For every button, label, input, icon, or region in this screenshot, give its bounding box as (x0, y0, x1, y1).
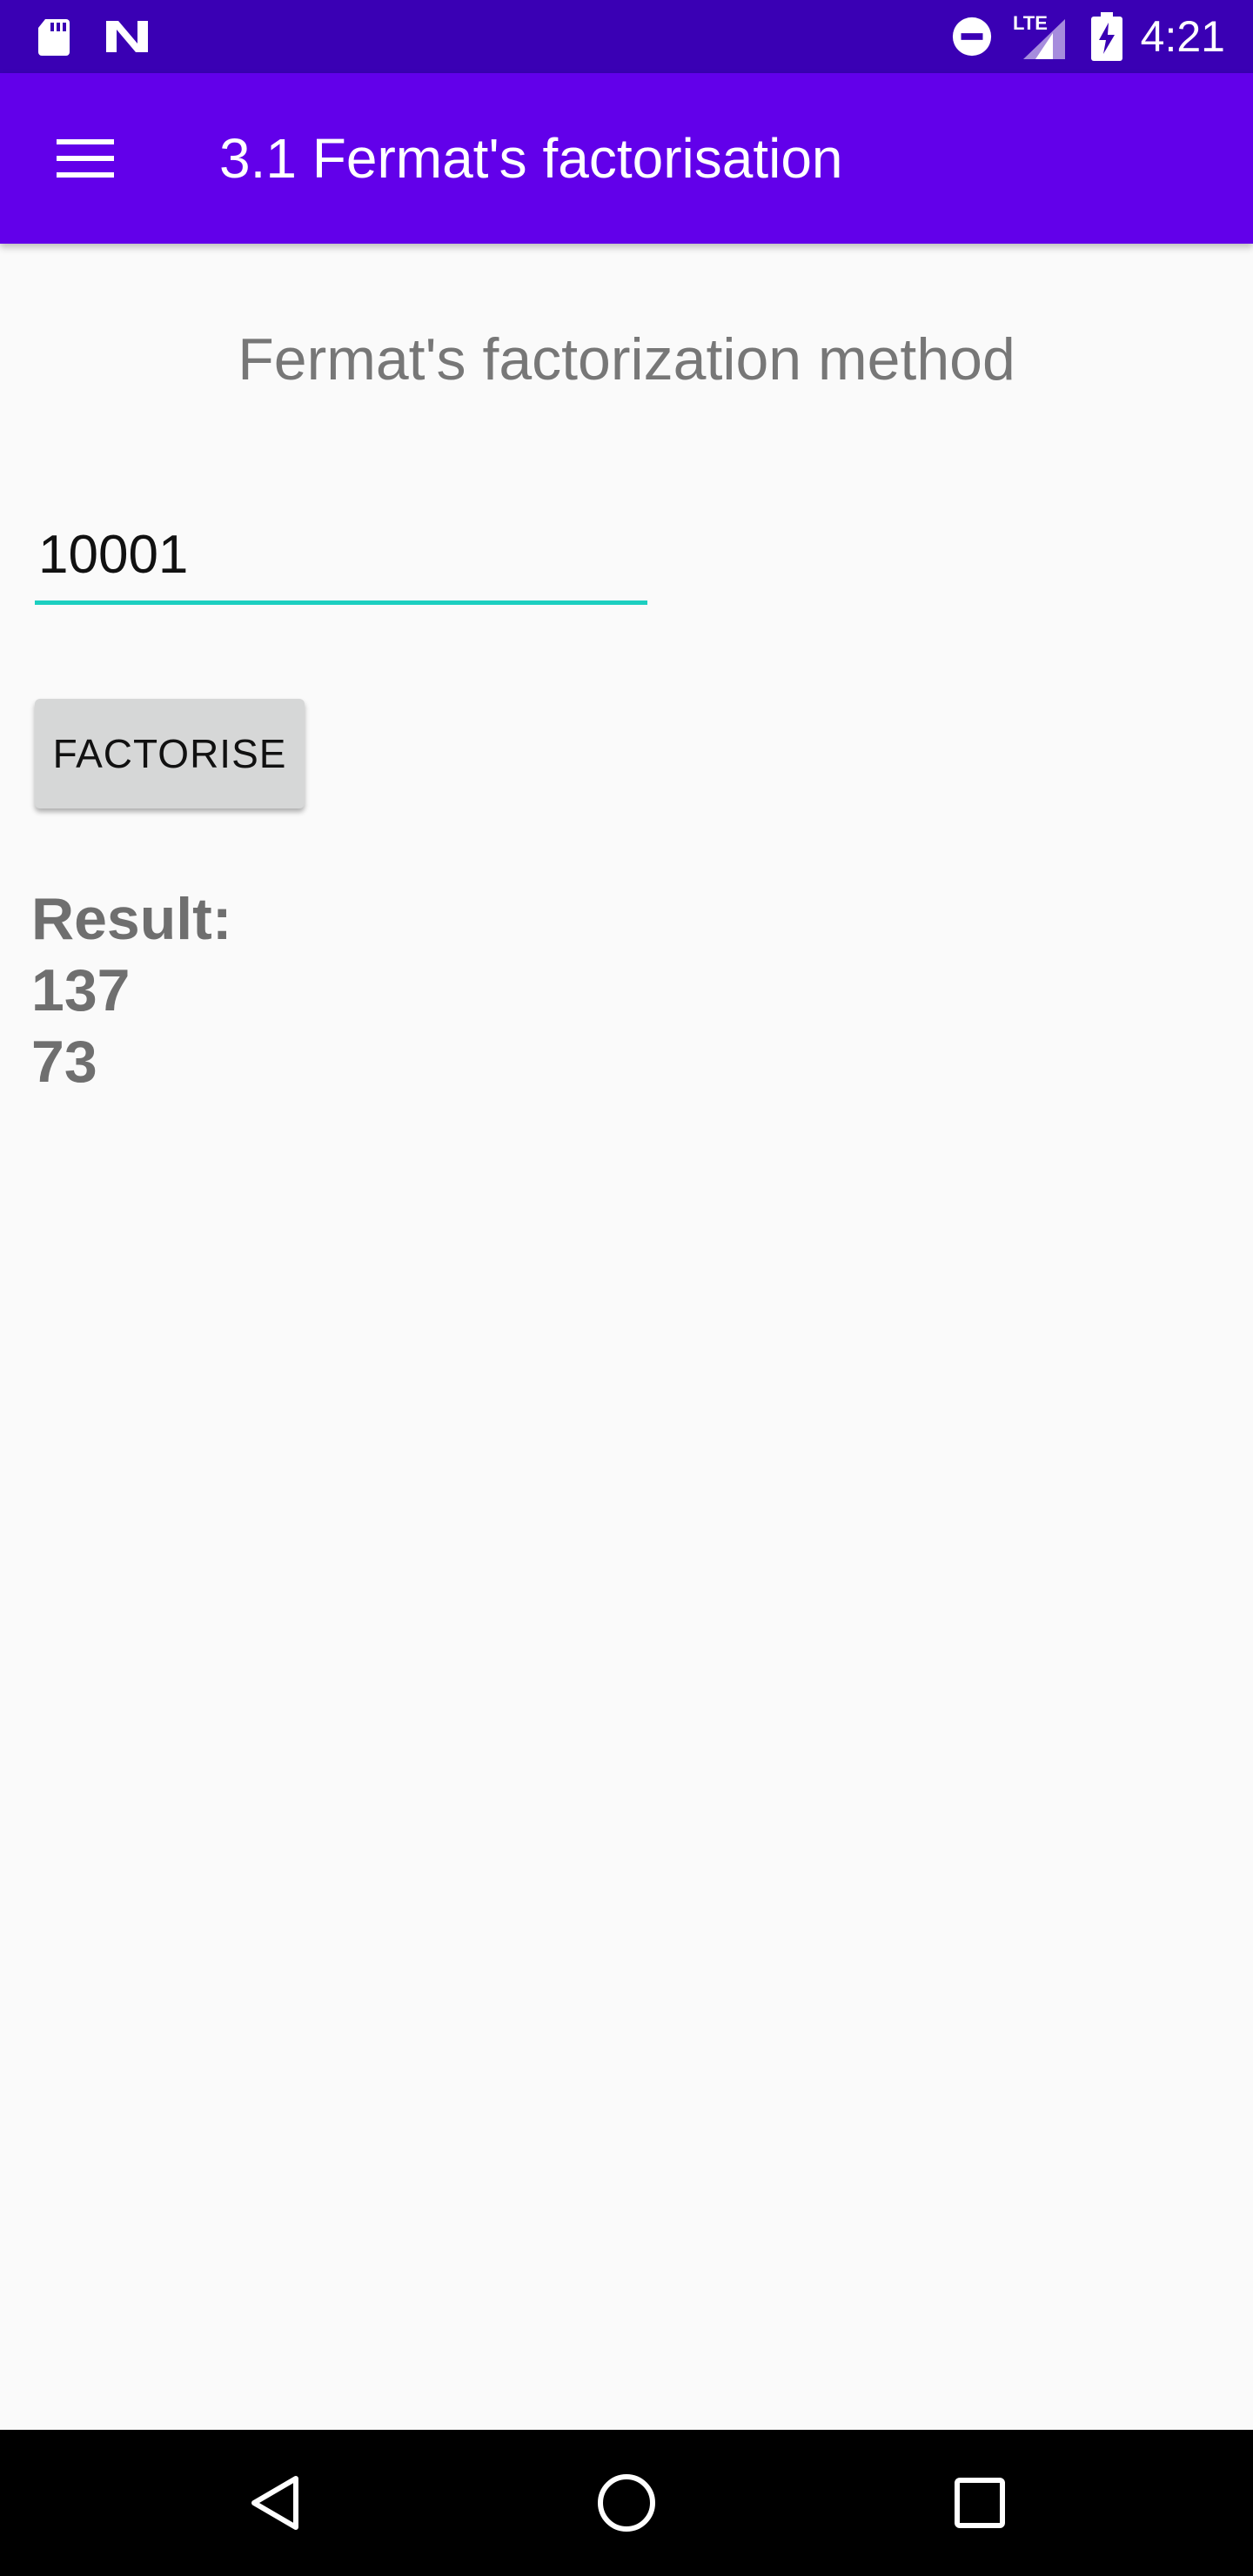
result-label: Result: (31, 886, 232, 952)
navigation-bar (0, 2430, 1253, 2576)
battery-charging-icon (1091, 12, 1122, 61)
do-not-disturb-icon (952, 17, 992, 57)
result-panel: Result: 137 73 (31, 883, 553, 1097)
app-bar: 3.1 Fermat's factorisation (0, 73, 1253, 244)
result-factor-2: 73 (31, 1029, 97, 1095)
lte-signal-icon: LTE (1009, 12, 1070, 61)
home-icon (598, 2474, 655, 2532)
menu-button[interactable] (35, 117, 136, 200)
back-icon (251, 2476, 298, 2530)
back-button[interactable] (223, 2451, 327, 2555)
app-title: 3.1 Fermat's factorisation (219, 127, 843, 190)
status-bar: LTE 4:21 (0, 0, 1253, 73)
page-heading: Fermat's factorization method (238, 326, 1015, 392)
hamburger-menu-icon (57, 139, 114, 178)
sd-card-icon (38, 19, 70, 56)
clock: 4:21 (1140, 12, 1225, 61)
n-notification-icon (106, 21, 148, 52)
screen: LTE 4:21 3.1 Fermat's factorisation Ferm… (0, 0, 1253, 2576)
recents-icon (955, 2478, 1005, 2528)
home-button[interactable] (574, 2451, 679, 2555)
recents-button[interactable] (928, 2451, 1032, 2555)
result-factor-1: 137 (31, 957, 131, 1023)
factorise-button[interactable]: FACTORISE (35, 699, 305, 808)
number-input[interactable] (35, 509, 647, 605)
